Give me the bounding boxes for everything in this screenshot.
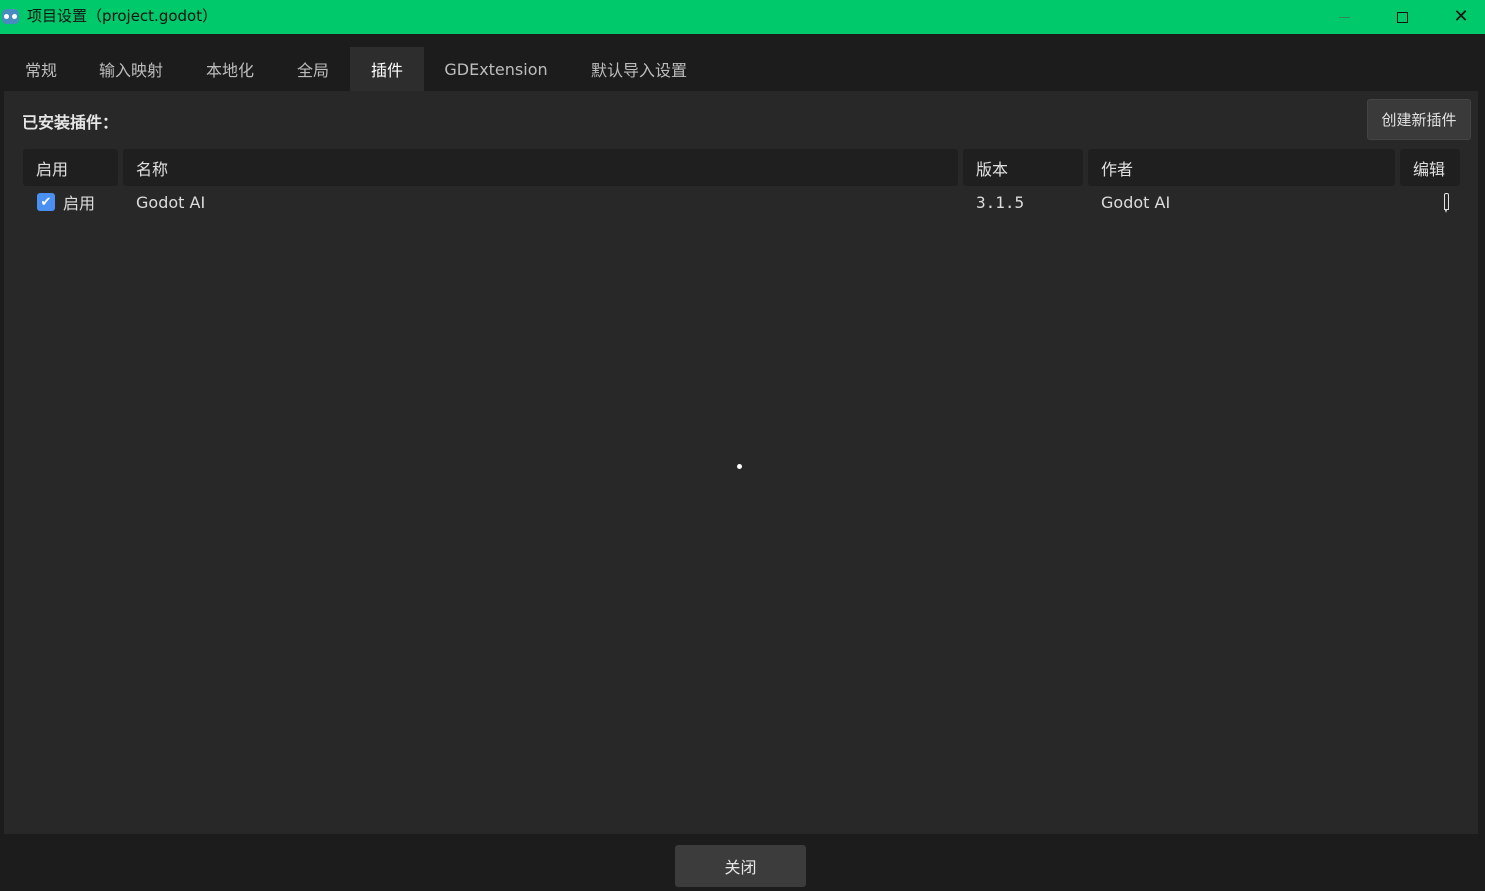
tab-import-defaults[interactable]: 默认导入设置	[578, 47, 700, 91]
close-window-button[interactable]: ✕	[1436, 0, 1485, 34]
checkbox-checked-icon[interactable]: ✔	[37, 193, 55, 211]
column-header-enabled[interactable]: 启用	[23, 149, 118, 186]
plugin-enabled-label: 启用	[63, 194, 96, 213]
godot-icon	[2, 9, 19, 24]
tab-general[interactable]: 常规	[14, 47, 68, 91]
close-icon: ✕	[1453, 6, 1469, 27]
plugins-panel	[4, 91, 1478, 834]
loading-indicator-icon	[737, 464, 742, 469]
column-header-edit[interactable]: 编辑	[1400, 149, 1460, 186]
tab-localization[interactable]: 本地化	[194, 47, 266, 91]
plugin-version: 3.1.5	[976, 192, 1025, 212]
window-title: 项目设置（project.godot）	[27, 7, 218, 25]
column-header-name[interactable]: 名称	[123, 149, 958, 186]
plugin-name[interactable]: Godot AI	[136, 190, 205, 214]
column-header-author[interactable]: 作者	[1088, 149, 1395, 186]
tab-input-map[interactable]: 输入映射	[88, 47, 174, 91]
tab-gdextension[interactable]: GDExtension	[434, 47, 558, 91]
tab-bar: 常规 输入映射 本地化 全局 插件 GDExtension 默认导入设置	[0, 47, 1485, 91]
plugin-author: Godot AI	[1101, 192, 1171, 212]
column-header-version[interactable]: 版本	[963, 149, 1083, 186]
plugin-enabled-toggle[interactable]: ✔ 启用	[37, 190, 95, 214]
pencil-icon[interactable]	[1444, 193, 1449, 213]
maximize-button[interactable]	[1377, 0, 1427, 34]
minimize-button[interactable]	[1319, 0, 1369, 34]
maximize-icon	[1396, 11, 1408, 23]
title-bar[interactable]: 项目设置（project.godot） ✕	[0, 0, 1485, 34]
tab-plugins[interactable]: 插件	[350, 47, 424, 91]
installed-plugins-label: 已安装插件：	[22, 113, 119, 132]
close-button[interactable]: 关闭	[675, 845, 806, 887]
tab-globals[interactable]: 全局	[286, 47, 340, 91]
create-plugin-button[interactable]: 创建新插件	[1367, 99, 1471, 140]
minimize-icon	[1338, 16, 1350, 18]
